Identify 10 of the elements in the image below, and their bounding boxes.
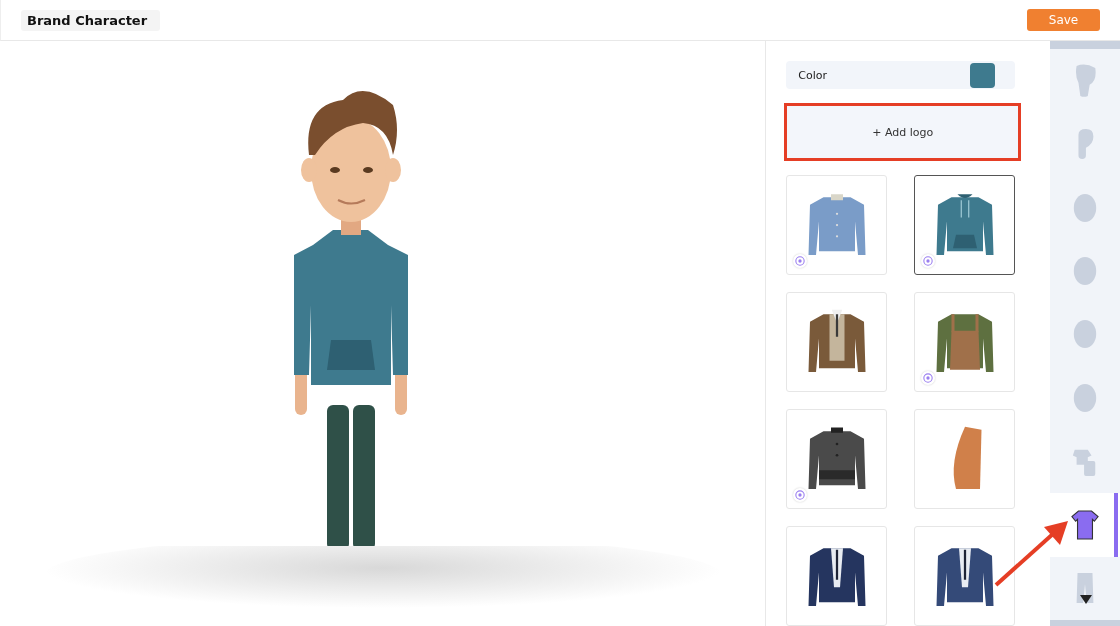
category-tab[interactable] [1050,493,1120,557]
project-title-field[interactable]: Brand Character [21,9,160,31]
color-swatch[interactable] [970,62,996,88]
add-logo-button[interactable]: + Add logo [784,103,1022,161]
color-label: Color [798,68,828,82]
rail-edge-bar [1050,41,1120,49]
category-icon [1071,507,1100,542]
scroll-down-icon[interactable] [1080,595,1093,604]
rail-edge-bar [1050,620,1120,626]
outfit-card[interactable] [914,175,1016,275]
